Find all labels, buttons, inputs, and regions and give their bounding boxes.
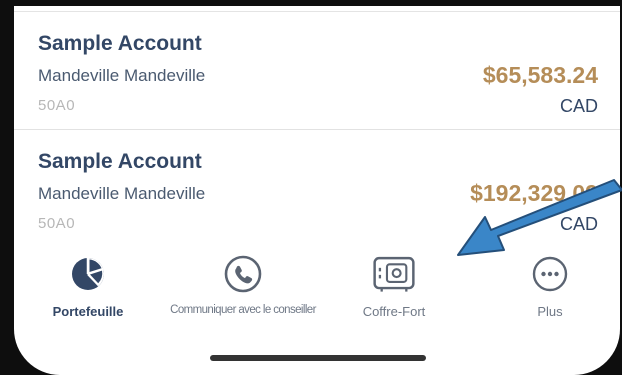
tab-communiquer-conseiller[interactable]: Communiquer avec le conseiller (144, 252, 342, 316)
safe-icon (372, 252, 416, 296)
account-name: Sample Account (38, 150, 202, 173)
pie-chart-icon (66, 252, 110, 296)
account-holder: Mandeville Mandeville (38, 184, 206, 203)
account-currency: CAD (559, 96, 598, 116)
phone-frame: Sample Account Mandeville Mandeville 50A… (0, 0, 622, 375)
tab-portefeuille[interactable]: Portefeuille (40, 252, 136, 319)
bottom-tab-bar: Portefeuille Communiquer avec le conseil… (14, 246, 620, 326)
home-indicator (210, 355, 426, 361)
account-currency: CAD (559, 214, 598, 234)
account-balance: $192,329.09 (470, 180, 598, 206)
tab-label: Communiquer avec le conseiller (170, 304, 316, 316)
tab-label: Plus (537, 304, 563, 319)
tab-coffre-fort[interactable]: Coffre-Fort (344, 252, 444, 319)
account-balance: $65,583.24 (482, 62, 598, 88)
account-card[interactable]: Sample Account Mandeville Mandeville 50A… (14, 130, 620, 248)
phone-icon (221, 252, 265, 296)
app-screen: Sample Account Mandeville Mandeville 50A… (14, 6, 620, 375)
more-icon (528, 252, 572, 296)
account-number: 50A0 (38, 215, 76, 232)
account-number: 50A0 (38, 97, 76, 114)
tab-plus[interactable]: Plus (510, 252, 590, 319)
account-name: Sample Account (38, 32, 202, 55)
tab-label: Portefeuille (52, 304, 124, 319)
account-holder: Mandeville Mandeville (38, 66, 206, 85)
account-card[interactable]: Sample Account Mandeville Mandeville 50A… (14, 12, 620, 130)
tab-label: Coffre-Fort (362, 304, 426, 319)
